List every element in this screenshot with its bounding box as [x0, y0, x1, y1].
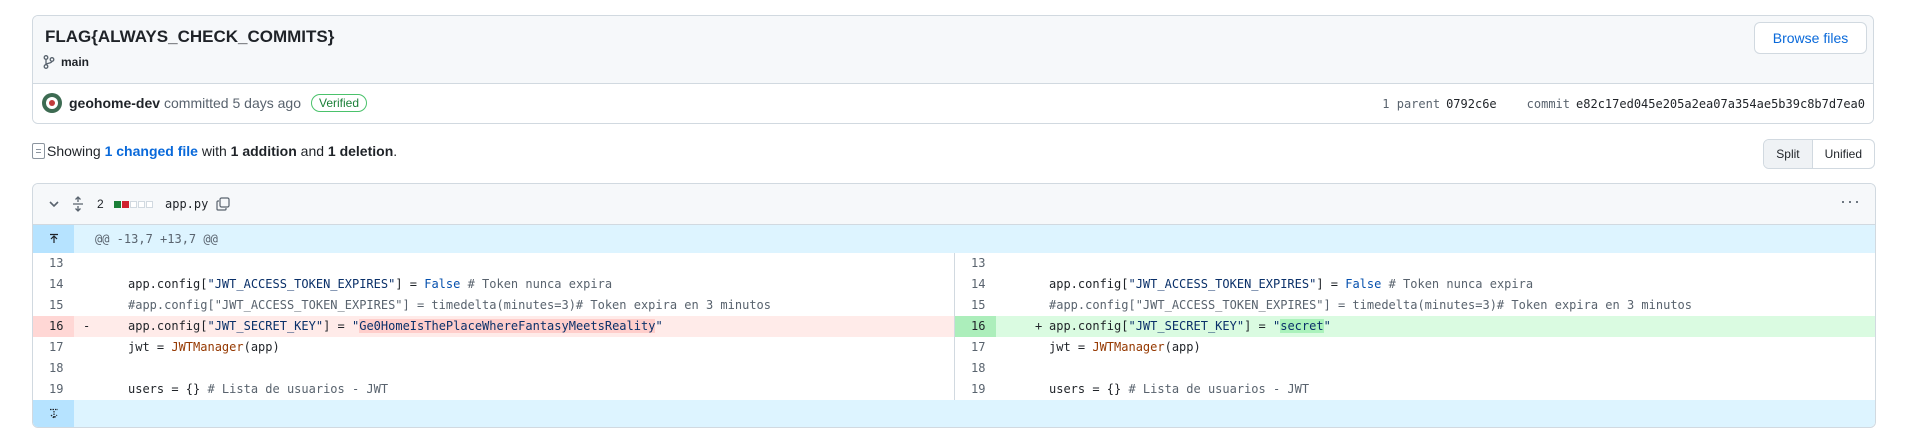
commit-meta-bar: geohome-dev committed 5 days ago Verifie…: [33, 84, 1873, 123]
parent-label: 1 parent: [1382, 97, 1441, 111]
copy-icon[interactable]: [216, 184, 230, 224]
unfold-icon[interactable]: [71, 184, 85, 224]
line-number[interactable]: 13: [955, 253, 996, 274]
line-number[interactable]: 16: [33, 316, 74, 337]
line-number[interactable]: 15: [955, 295, 996, 316]
branch-name: main: [61, 55, 90, 69]
commit-title-bar: FLAG{ALWAYS_CHECK_COMMITS} main Browse f…: [33, 16, 1873, 84]
line-number[interactable]: 17: [955, 337, 996, 358]
line-number[interactable]: 18: [33, 358, 74, 379]
code-line: app.config["JWT_SECRET_KEY"] = "Ge0HomeI…: [128, 319, 663, 333]
diff-marker: -: [83, 319, 91, 333]
commit-label: commit: [1526, 97, 1571, 111]
line-number[interactable]: 14: [33, 274, 74, 295]
additions-count: 1 addition: [230, 143, 297, 159]
file-name[interactable]: app.py: [165, 184, 208, 224]
table-row: 13 13: [33, 253, 1875, 274]
verified-badge[interactable]: Verified: [310, 94, 368, 112]
git-branch-icon: [43, 55, 55, 69]
code-line: app.config["JWT_ACCESS_TOKEN_EXPIRES"] =…: [1049, 277, 1534, 291]
hunk-header: @@ -13,7 +13,7 @@: [95, 232, 218, 246]
diff-marker: +: [1035, 319, 1043, 333]
commit-sha: e82c17ed045e205a2ea07a354ae5b39c8b7d7ea0: [1576, 97, 1865, 111]
diff-view-toggle: Split Unified: [1763, 139, 1875, 169]
commit-header: FLAG{ALWAYS_CHECK_COMMITS} main Browse f…: [32, 15, 1874, 124]
code-line: users = {} # Lista de usuarios - JWT: [1049, 382, 1310, 396]
summary-end: .: [393, 143, 398, 159]
table-row: 18 18: [33, 358, 1875, 379]
diffstat: [114, 184, 153, 224]
deletions-count: 1 deletion: [327, 143, 394, 159]
file-diff: 2 app.py ··· @@ -13,7 +13,7 @@ 13 13 14 …: [32, 183, 1876, 428]
table-row: 16 - app.config["JWT_SECRET_KEY"] = "Ge0…: [33, 316, 1875, 337]
split-view-button[interactable]: Split: [1764, 140, 1813, 168]
commit-meta: 1 parent 0792c6e commit e82c17ed045e205a…: [1382, 97, 1865, 111]
code-line: jwt = JWTManager(app): [128, 340, 280, 354]
commit-title: FLAG{ALWAYS_CHECK_COMMITS}: [45, 27, 335, 46]
code-line: #app.config["JWT_ACCESS_TOKEN_EXPIRES"] …: [128, 298, 771, 312]
line-number[interactable]: 16: [955, 316, 996, 337]
line-number[interactable]: 17: [33, 337, 74, 358]
branch-indicator[interactable]: main: [43, 55, 89, 69]
author-line: geohome-dev committed 5 days ago Verifie…: [69, 94, 368, 112]
commit-time: committed 5 days ago: [164, 95, 301, 111]
code-line: #app.config["JWT_ACCESS_TOKEN_EXPIRES"] …: [1049, 298, 1692, 312]
expand-up-icon[interactable]: [33, 225, 74, 253]
diff-rows: @@ -13,7 +13,7 @@ 13 13 14 app.config["J…: [33, 225, 1875, 427]
code-line: jwt = JWTManager(app): [1049, 340, 1201, 354]
parent-sha-link[interactable]: 0792c6e: [1446, 97, 1497, 111]
deleted-line: 16 - app.config["JWT_SECRET_KEY"] = "Ge0…: [33, 316, 954, 337]
code-line: app.config["JWT_ACCESS_TOKEN_EXPIRES"] =…: [128, 277, 613, 291]
summary-showing: Showing: [47, 143, 101, 159]
table-row: 19 users = {} # Lista de usuarios - JWT …: [33, 379, 1875, 400]
line-number[interactable]: 14: [955, 274, 996, 295]
file-header: 2 app.py ···: [33, 184, 1875, 225]
hunk-header-row: @@ -13,7 +13,7 @@: [33, 225, 1875, 253]
table-row: 14 app.config["JWT_ACCESS_TOKEN_EXPIRES"…: [33, 274, 1875, 295]
avatar[interactable]: [42, 93, 62, 113]
chevron-down-icon[interactable]: [47, 184, 61, 224]
line-number[interactable]: 13: [33, 253, 74, 274]
unified-view-button[interactable]: Unified: [1813, 140, 1874, 168]
author-link[interactable]: geohome-dev: [69, 95, 160, 111]
expand-down-row: [33, 400, 1875, 427]
summary-and: and: [300, 143, 325, 159]
expand-down-icon[interactable]: [33, 400, 74, 427]
code-line: users = {} # Lista de usuarios - JWT: [128, 382, 389, 396]
file-diff-icon: [32, 143, 45, 159]
added-line: 16 + app.config["JWT_SECRET_KEY"] = "sec…: [954, 316, 1875, 337]
table-row: 15 #app.config["JWT_ACCESS_TOKEN_EXPIRES…: [33, 295, 1875, 316]
code-line: app.config["JWT_SECRET_KEY"] = "secret": [1049, 319, 1331, 333]
changes-count: 2: [97, 197, 104, 211]
summary-with: with: [201, 143, 227, 159]
kebab-horizontal-icon[interactable]: ···: [1840, 192, 1861, 210]
line-number[interactable]: 18: [955, 358, 996, 379]
browse-files-button[interactable]: Browse files: [1754, 22, 1867, 54]
line-number[interactable]: 19: [955, 379, 996, 400]
diff-summary: Showing 1 changed file with 1 addition a…: [32, 143, 397, 159]
line-number[interactable]: 15: [33, 295, 74, 316]
changed-files-link[interactable]: 1 changed file: [105, 143, 198, 159]
table-row: 17 jwt = JWTManager(app) 17 jwt = JWTMan…: [33, 337, 1875, 358]
line-number[interactable]: 19: [33, 379, 74, 400]
